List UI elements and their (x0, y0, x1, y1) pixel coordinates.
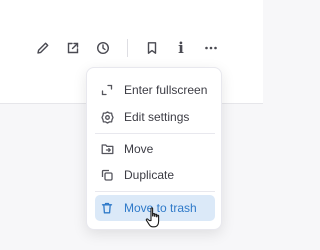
menu-item-edit-settings[interactable]: Edit settings (95, 104, 215, 130)
menu-item-label: Edit settings (124, 110, 190, 124)
open-external-icon[interactable] (63, 38, 83, 58)
more-icon[interactable] (201, 38, 221, 58)
menu-item-label: Enter fullscreen (124, 83, 208, 97)
info-glyph: i (178, 39, 184, 57)
settings-icon (100, 110, 114, 124)
bookmark-icon[interactable] (142, 38, 162, 58)
menu-item-label: Duplicate (124, 168, 175, 182)
duplicate-icon (100, 168, 114, 182)
info-icon[interactable]: i (171, 38, 191, 58)
pencil-icon[interactable] (33, 38, 53, 58)
clock-icon[interactable] (93, 38, 113, 58)
toolbar-divider (127, 39, 128, 57)
hand-cursor-icon (145, 207, 160, 228)
menu-item-move[interactable]: Move (95, 136, 215, 162)
menu-item-duplicate[interactable]: Duplicate (95, 162, 215, 188)
trash-icon (100, 201, 114, 215)
menu-item-enter-fullscreen[interactable]: Enter fullscreen (95, 77, 215, 103)
menu-divider (95, 133, 215, 134)
fullscreen-icon (100, 83, 114, 97)
menu-divider (95, 191, 215, 192)
folder-move-icon (100, 142, 114, 156)
menu-item-label: Move (124, 142, 154, 156)
more-options-menu: Enter fullscreen Edit settings Move Dupl… (86, 67, 222, 230)
